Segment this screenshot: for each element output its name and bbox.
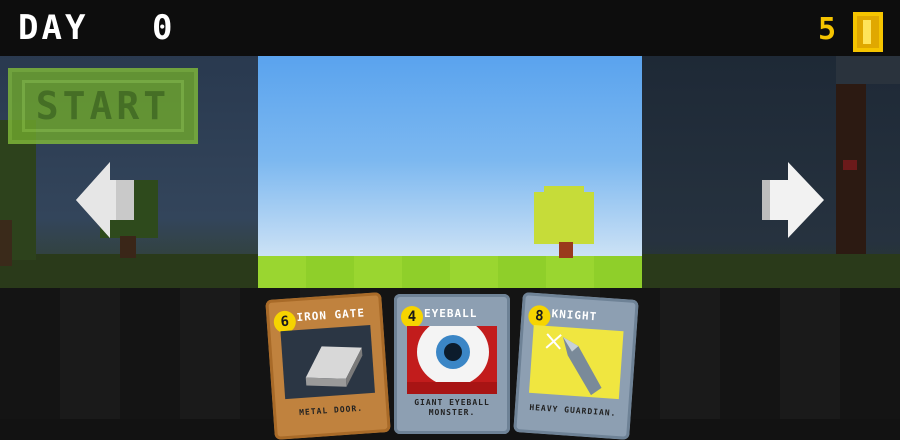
- card-name: KNIGHT: [551, 307, 598, 324]
- card-iron-gate[interactable]: 6 IRON GATE METAL DOOR.: [265, 292, 391, 440]
- main-viewport: [258, 56, 642, 288]
- start-button[interactable]: START: [8, 68, 198, 144]
- card-name: EYEBALL: [424, 307, 478, 320]
- tree-trunk: [559, 242, 573, 258]
- eyeball-icon: [407, 318, 497, 394]
- start-button-label: START: [35, 84, 171, 128]
- grass-tile: [354, 256, 402, 288]
- card-name: IRON GATE: [296, 306, 366, 325]
- left-tree-trunk: [120, 236, 136, 258]
- card-description: GIANT EYEBALL MONSTER.: [414, 398, 490, 417]
- top-hud-bar: [0, 0, 900, 56]
- day-label: DAY: [18, 8, 89, 48]
- grass-tile: [450, 256, 498, 288]
- card-eyeball[interactable]: 4 EYEBALL GIANT EYEBALL MONSTER.: [394, 294, 510, 434]
- left-bush-trunk: [0, 220, 12, 266]
- coin-count: 5: [818, 12, 840, 47]
- grass-tile: [258, 256, 306, 288]
- tree-canopy: [534, 192, 594, 244]
- arrow-left-icon[interactable]: [76, 162, 134, 238]
- card-art: [529, 324, 624, 400]
- card-cost: 4: [401, 306, 423, 328]
- iron-block-icon: [305, 346, 363, 387]
- card-description: HEAVY GUARDIAN.: [529, 402, 617, 418]
- sword-icon: [545, 333, 602, 396]
- card-art: [280, 324, 375, 400]
- right-pillar-dot: [843, 160, 857, 170]
- right-ledge: [836, 56, 900, 84]
- card-description: METAL DOOR.: [298, 403, 364, 418]
- grass-tile: [546, 256, 594, 288]
- card-knight[interactable]: 8 KNIGHT HEAVY GUARDIAN.: [513, 292, 639, 440]
- day-number: 0: [152, 8, 176, 48]
- arrow-right-icon[interactable]: [762, 162, 824, 238]
- card-art: [407, 318, 497, 394]
- coin-icon: [853, 12, 883, 52]
